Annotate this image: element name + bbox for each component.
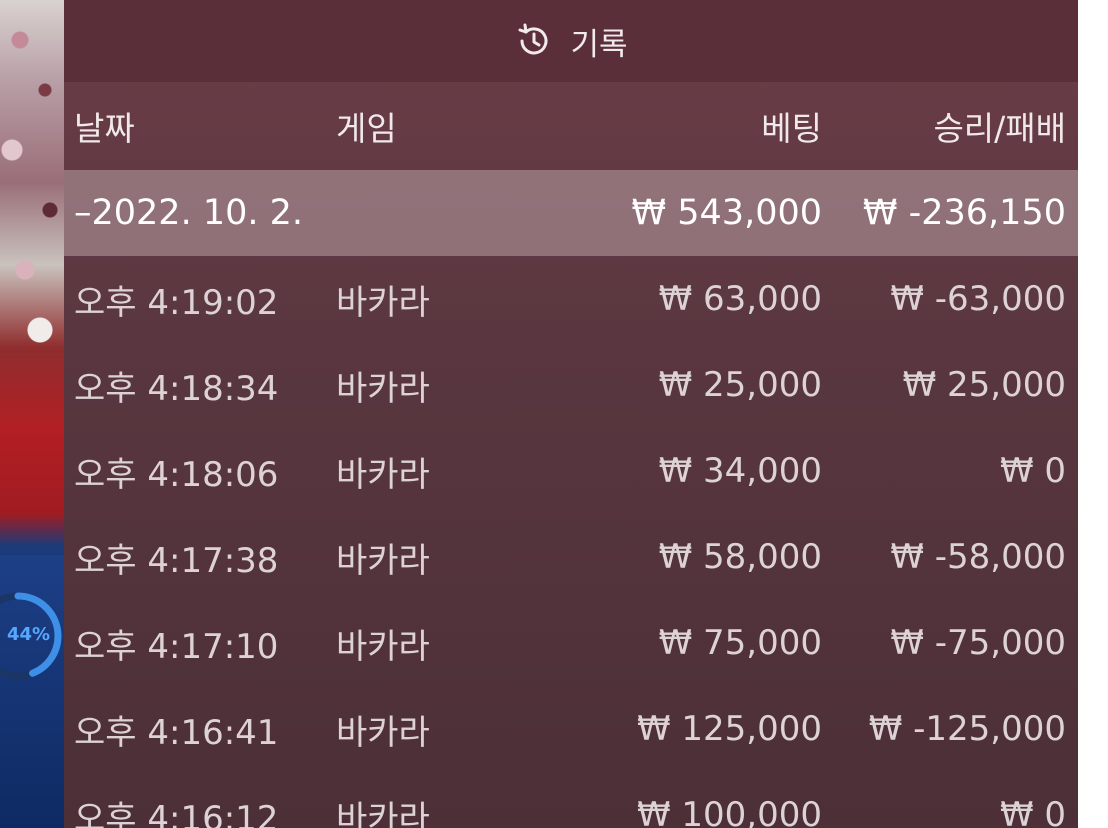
summary-bet-total: ₩ 543,000 [631, 193, 822, 233]
row-game: 바카라 [336, 712, 430, 753]
row-result: ₩ 0 [999, 451, 1066, 491]
row-result: ₩ -75,000 [890, 623, 1066, 663]
row-time: 오후 4:17:38 [74, 540, 279, 581]
column-header-bet: 베팅 [761, 109, 822, 148]
history-row[interactable]: 오후 4:18:34 바카라 ₩ 25,000 ₩ 25,000 [64, 342, 1078, 428]
screen: 44% 기록 날짜 게임 베팅 승리/패배 –2022. 10. 2. ₩ 54… [0, 0, 1108, 828]
summary-date: –2022. 10. 2. [74, 193, 304, 233]
history-row[interactable]: 오후 4:16:12 바카라 ₩ 100,000 ₩ 0 [64, 772, 1078, 828]
row-time: 오후 4:18:34 [74, 368, 279, 409]
row-result: ₩ -58,000 [890, 537, 1066, 577]
history-row[interactable]: 오후 4:19:02 바카라 ₩ 63,000 ₩ -63,000 [64, 256, 1078, 342]
row-bet: ₩ 125,000 [636, 709, 822, 749]
panel-header: 기록 [64, 0, 1078, 82]
row-time: 오후 4:16:41 [74, 712, 279, 753]
history-icon [518, 23, 548, 55]
row-game: 바카라 [336, 368, 430, 409]
row-bet: ₩ 34,000 [658, 451, 822, 491]
row-bet: ₩ 63,000 [658, 279, 822, 319]
background-right-edge [1078, 0, 1108, 828]
row-time: 오후 4:19:02 [74, 282, 279, 323]
row-result: ₩ -63,000 [890, 279, 1066, 319]
progress-percent: 44% [7, 624, 51, 645]
row-game: 바카라 [336, 454, 430, 495]
column-header-result: 승리/패배 [933, 109, 1066, 148]
cherry-blossom-decoration [0, 0, 70, 420]
column-header-row: 날짜 게임 베팅 승리/패배 [64, 82, 1078, 170]
row-bet: ₩ 75,000 [658, 623, 822, 663]
row-game: 바카라 [336, 282, 430, 323]
history-row[interactable]: 오후 4:18:06 바카라 ₩ 34,000 ₩ 0 [64, 428, 1078, 514]
row-game: 바카라 [336, 626, 430, 667]
history-row[interactable]: 오후 4:17:10 바카라 ₩ 75,000 ₩ -75,000 [64, 600, 1078, 686]
row-time: 오후 4:16:12 [74, 798, 279, 828]
history-row[interactable]: 오후 4:16:41 바카라 ₩ 125,000 ₩ -125,000 [64, 686, 1078, 772]
row-result: ₩ 0 [999, 795, 1066, 828]
row-time: 오후 4:17:10 [74, 626, 279, 667]
summary-result-total: ₩ -236,150 [862, 193, 1066, 233]
column-header-date: 날짜 [74, 109, 135, 148]
row-bet: ₩ 100,000 [636, 795, 822, 828]
column-header-game: 게임 [336, 109, 397, 148]
row-game: 바카라 [336, 798, 430, 828]
row-bet: ₩ 58,000 [658, 537, 822, 577]
row-result: ₩ -125,000 [868, 709, 1066, 749]
date-summary-row[interactable]: –2022. 10. 2. ₩ 543,000 ₩ -236,150 [64, 170, 1078, 256]
row-time: 오후 4:18:06 [74, 454, 279, 495]
row-bet: ₩ 25,000 [658, 365, 822, 405]
history-panel: 기록 날짜 게임 베팅 승리/패배 –2022. 10. 2. ₩ 543,00… [64, 0, 1078, 828]
row-game: 바카라 [336, 540, 430, 581]
history-row[interactable]: 오후 4:17:38 바카라 ₩ 58,000 ₩ -58,000 [64, 514, 1078, 600]
panel-title: 기록 [570, 26, 628, 63]
row-result: ₩ 25,000 [902, 365, 1066, 405]
